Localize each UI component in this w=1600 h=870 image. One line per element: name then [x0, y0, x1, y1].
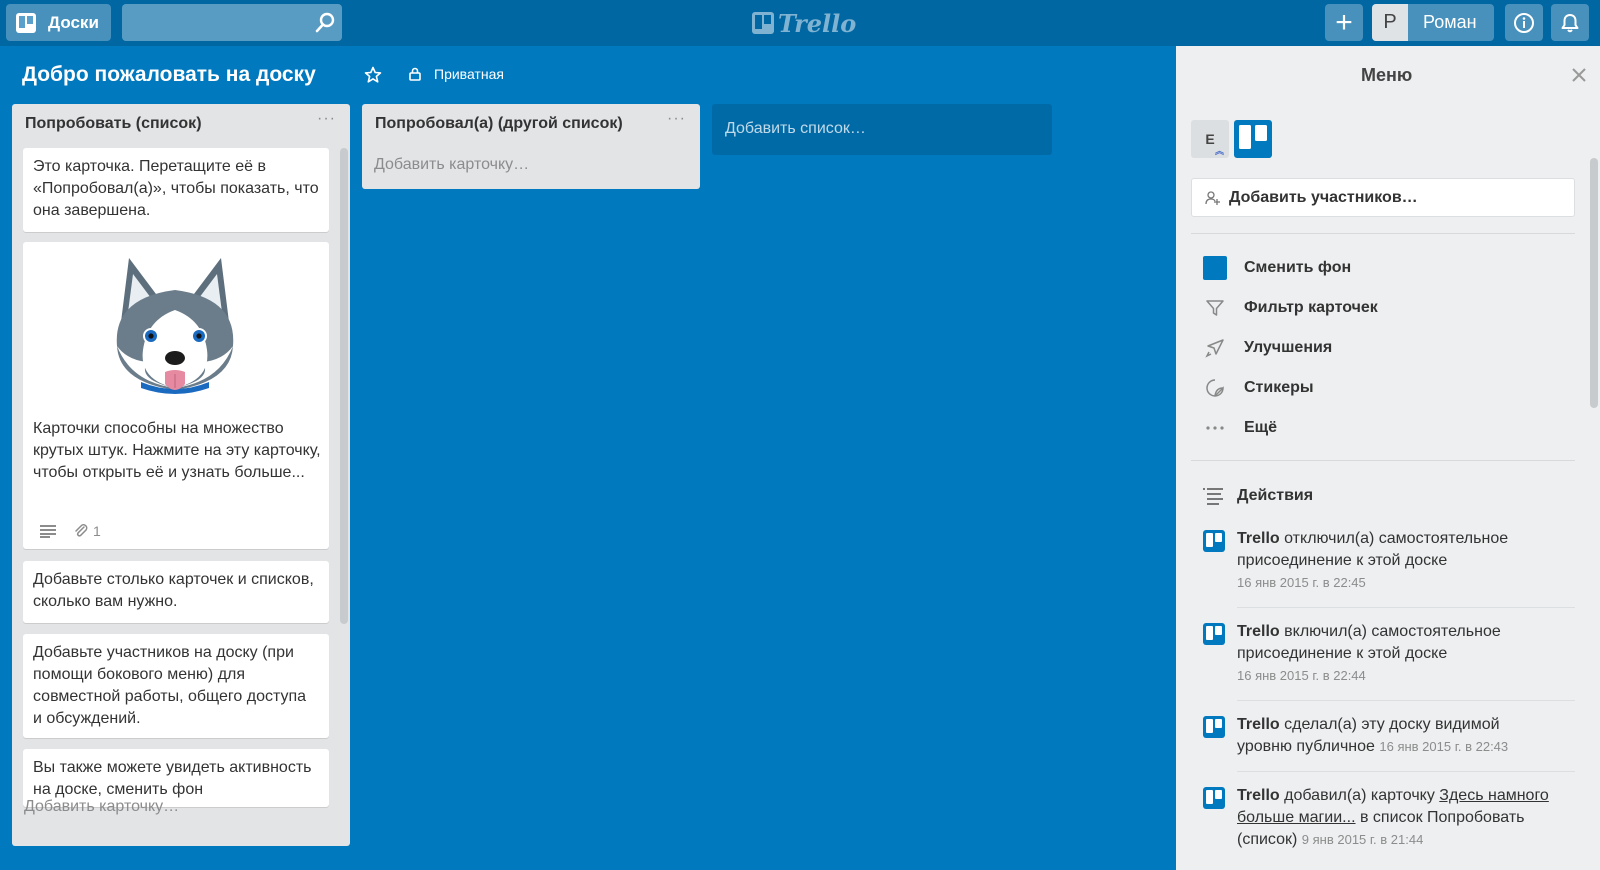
- card-title: Карточки способны на множество крутых шт…: [33, 420, 321, 481]
- member-initial: E: [1205, 131, 1215, 147]
- create-button[interactable]: +: [1325, 4, 1363, 41]
- logo-text: Trello: [778, 8, 857, 38]
- add-card-button[interactable]: Добавить карточку…: [24, 798, 179, 816]
- visibility-label: Приватная: [434, 66, 504, 82]
- trello-avatar-icon: [1203, 787, 1225, 809]
- info-button[interactable]: [1505, 4, 1543, 41]
- attachment-count: 1: [93, 523, 101, 539]
- activity-author[interactable]: Trello: [1237, 716, 1280, 733]
- menu-item-label: Сменить фон: [1244, 259, 1352, 276]
- list-menu-button[interactable]: ···: [667, 110, 686, 128]
- more-icon: [1203, 416, 1227, 440]
- divider: [1237, 607, 1575, 608]
- add-list-button[interactable]: Добавить список…: [712, 104, 1052, 155]
- trello-logo-icon: [752, 12, 774, 34]
- activity-author[interactable]: Trello: [1237, 623, 1280, 640]
- plus-icon: +: [1335, 5, 1353, 39]
- card-title: Добавьте столько карточек и списков, ско…: [33, 571, 314, 610]
- visibility-button[interactable]: Приватная: [408, 66, 504, 82]
- boards-button[interactable]: Доски: [6, 4, 111, 41]
- list-title[interactable]: Попробовал(а) (другой список): [375, 115, 623, 133]
- list-menu-button[interactable]: ···: [317, 110, 336, 128]
- sticker-icon: [1203, 376, 1227, 400]
- menu-more[interactable]: Ещё: [1203, 416, 1277, 440]
- husky-cover-image: [116, 258, 234, 394]
- user-menu-button[interactable]: Р Роман: [1372, 4, 1494, 41]
- board-title[interactable]: Добро пожаловать на доску: [22, 63, 316, 87]
- star-icon[interactable]: [364, 66, 382, 84]
- sidebar-title: Меню: [1361, 65, 1413, 85]
- list-title[interactable]: Попробовать (список): [25, 115, 202, 133]
- divider: [1237, 771, 1575, 772]
- activity-date[interactable]: 16 янв 2015 г. в 22:43: [1379, 739, 1508, 754]
- trello-avatar-icon: [1203, 623, 1225, 645]
- card-title: Добавьте участников на доску (при помощи…: [33, 644, 307, 727]
- menu-filter-cards[interactable]: Фильтр карточек: [1203, 296, 1378, 320]
- sidebar-menu: Меню E ︽ Добавить участников… Сменить фо…: [1176, 46, 1600, 870]
- trello-avatar-icon: [1203, 530, 1225, 552]
- top-header: Доски Trello + Р Роман: [0, 0, 1600, 46]
- activity-date[interactable]: 16 янв 2015 г. в 22:44: [1237, 668, 1366, 683]
- card[interactable]: Добавьте столько карточек и списков, ско…: [23, 561, 329, 623]
- menu-item-label: Улучшения: [1244, 339, 1333, 356]
- activity-header: Действия: [1203, 487, 1313, 505]
- card[interactable]: Это карточка. Перетащите её в «Попробова…: [23, 148, 329, 232]
- menu-stickers[interactable]: Стикеры: [1203, 376, 1314, 400]
- trello-logo[interactable]: Trello: [752, 8, 857, 38]
- card[interactable]: Добавьте участников на доску (при помощи…: [23, 634, 329, 738]
- list-scrollbar[interactable]: [340, 148, 348, 624]
- search-input[interactable]: [122, 4, 342, 41]
- activity-author[interactable]: Trello: [1237, 787, 1280, 804]
- list-try: Попробовать (список) ··· Это карточка. П…: [12, 104, 350, 846]
- sidebar-scrollbar[interactable]: [1590, 158, 1598, 408]
- card-badges: 1: [39, 520, 101, 542]
- activity-text: добавил(а) карточку: [1279, 787, 1440, 804]
- color-swatch-icon: [1203, 256, 1227, 280]
- boards-label: Доски: [48, 12, 99, 32]
- add-members-label: Добавить участников…: [1229, 188, 1418, 206]
- menu-change-background[interactable]: Сменить фон: [1203, 256, 1351, 280]
- activity-author[interactable]: Trello: [1237, 530, 1280, 547]
- notifications-button[interactable]: [1551, 4, 1589, 41]
- menu-item-label: Фильтр карточек: [1244, 299, 1378, 316]
- user-name: Роман: [1423, 12, 1477, 32]
- list-done: Попробовал(а) (другой список) ··· Добави…: [362, 104, 700, 189]
- menu-item-label: Ещё: [1244, 419, 1278, 436]
- avatar: Р: [1372, 4, 1408, 41]
- info-icon: [1514, 12, 1534, 33]
- admin-chevron-icon: ︽: [1215, 146, 1225, 156]
- trello-member-avatar[interactable]: [1234, 120, 1272, 158]
- rocket-icon: [1203, 336, 1227, 360]
- menu-item-label: Стикеры: [1244, 379, 1314, 396]
- activity-list-icon: [1203, 488, 1223, 505]
- divider: [1237, 700, 1575, 701]
- bell-icon: [1561, 13, 1579, 32]
- add-member-icon: [1205, 190, 1220, 205]
- boards-icon: [16, 12, 36, 33]
- card-title: Это карточка. Перетащите её в «Попробова…: [33, 158, 319, 219]
- close-icon[interactable]: [1571, 67, 1587, 83]
- add-card-button[interactable]: Добавить карточку…: [374, 156, 529, 174]
- activity-date[interactable]: 16 янв 2015 г. в 22:45: [1237, 575, 1366, 590]
- menu-power-ups[interactable]: Улучшения: [1203, 336, 1332, 360]
- add-members-button[interactable]: Добавить участников…: [1191, 178, 1575, 217]
- activity-title: Действия: [1237, 487, 1314, 504]
- member-avatar[interactable]: E ︽: [1191, 120, 1229, 158]
- trello-avatar-icon: [1203, 716, 1225, 738]
- divider: [1191, 460, 1575, 461]
- card-with-cover[interactable]: Карточки способны на множество крутых шт…: [23, 242, 329, 549]
- lock-icon: [409, 67, 421, 81]
- card-title: Вы также можете увидеть активность на до…: [33, 759, 312, 798]
- filter-icon: [1203, 296, 1227, 320]
- description-icon: [40, 525, 56, 538]
- search-icon[interactable]: [314, 12, 336, 34]
- activity-date[interactable]: 9 янв 2015 г. в 21:44: [1302, 832, 1424, 847]
- attachment-icon: [75, 524, 88, 537]
- divider: [1191, 233, 1575, 234]
